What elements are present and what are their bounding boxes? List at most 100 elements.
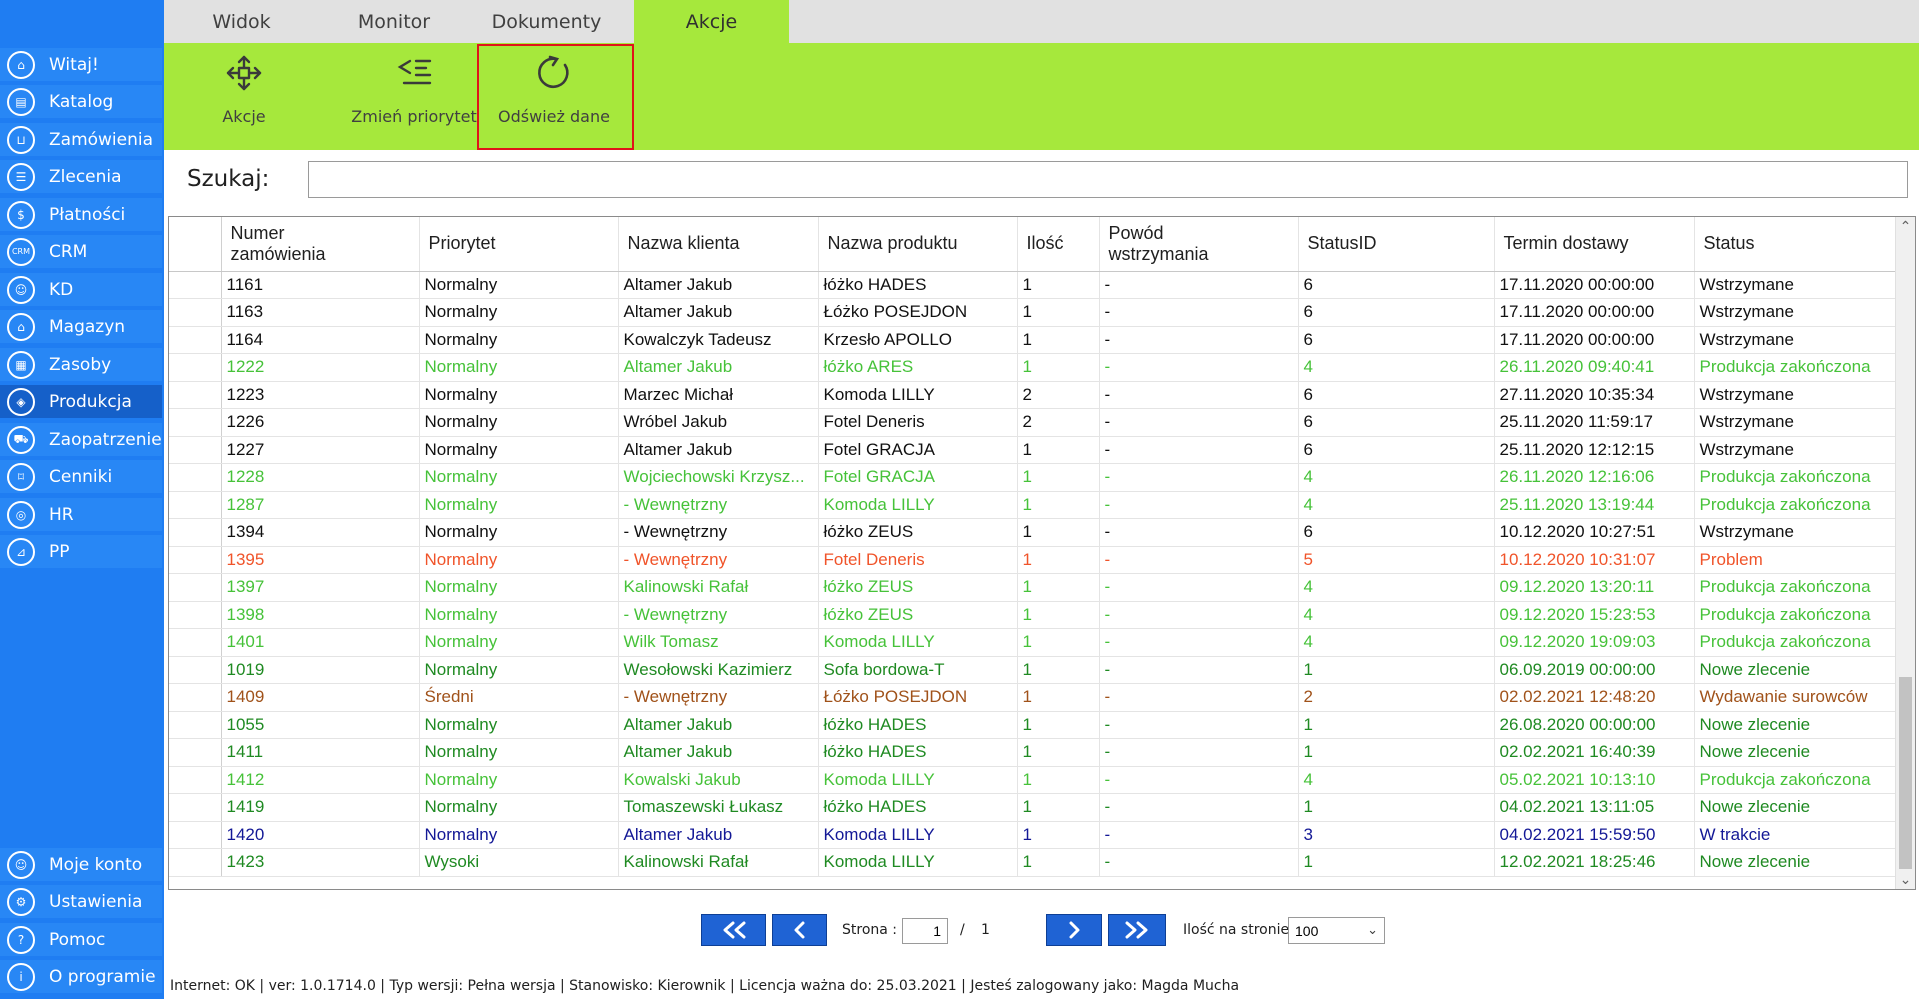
table-cell[interactable]: Normalny (419, 601, 619, 629)
table-cell[interactable]: - (1099, 381, 1299, 409)
table-cell[interactable]: - (1099, 573, 1299, 602)
table-cell[interactable]: 12.02.2021 18:25:46 (1494, 848, 1695, 877)
table-cell[interactable]: - (1099, 656, 1299, 684)
row-header-cell[interactable] (169, 821, 222, 849)
table-cell[interactable]: 17.11.2020 00:00:00 (1494, 271, 1695, 299)
table-cell[interactable]: 1 (1298, 848, 1495, 877)
table-cell[interactable]: 2 (1298, 683, 1495, 712)
row-header-cell[interactable] (169, 381, 222, 409)
table-cell[interactable]: Altamer Jakub (618, 271, 819, 299)
table-cell[interactable]: Normalny (419, 381, 619, 409)
column-header-quantity[interactable]: Ilość (1017, 217, 1100, 272)
table-cell[interactable]: Komoda LILLY (818, 491, 1018, 519)
previous-page-button[interactable] (772, 914, 827, 946)
table-cell[interactable]: 1 (1017, 711, 1100, 739)
row-header-cell[interactable] (169, 298, 222, 327)
table-cell[interactable]: 1164 (221, 326, 420, 354)
table-cell[interactable]: 1409 (221, 683, 420, 712)
table-cell[interactable]: 1 (1298, 656, 1495, 684)
table-cell[interactable]: 26.11.2020 12:16:06 (1494, 463, 1695, 492)
table-cell[interactable]: łóżko HADES (818, 793, 1018, 822)
sidebar-item-platnosci[interactable]: $ Płatności (0, 198, 162, 231)
table-cell[interactable]: Altamer Jakub (618, 821, 819, 849)
table-row[interactable]: 1228 Normalny Wojciechowski Krzysz... Fotel… (169, 463, 1897, 492)
sidebar-item-witaj[interactable]: ⌂ Witaj! (0, 48, 162, 81)
sidebar-item-zaopatrzenie[interactable]: ⛟ Zaopatrzenie (0, 423, 162, 456)
table-cell[interactable]: - Wewnętrzny (618, 683, 819, 712)
table-cell[interactable]: 1 (1017, 518, 1100, 547)
table-cell[interactable]: Nowe zlecenie (1694, 711, 1897, 739)
table-cell[interactable]: 3 (1298, 821, 1495, 849)
table-cell[interactable]: 1412 (221, 766, 420, 794)
table-cell[interactable]: - (1099, 491, 1299, 519)
tab-akcje[interactable]: Akcje (634, 0, 789, 43)
table-cell[interactable]: 05.02.2021 10:13:10 (1494, 766, 1695, 794)
table-cell[interactable]: - (1099, 463, 1299, 492)
table-cell[interactable]: 4 (1298, 491, 1495, 519)
sidebar-item-zlecenia[interactable]: ☰ Zlecenia (0, 160, 162, 193)
table-row[interactable]: 1411 Normalny Altamer Jakub łóżko HADES 1-1 0… (169, 738, 1897, 767)
table-cell[interactable]: 1 (1017, 353, 1100, 382)
table-cell[interactable]: 09.12.2020 13:20:11 (1494, 573, 1695, 602)
table-cell[interactable]: - (1099, 353, 1299, 382)
table-cell[interactable]: Produkcja zakończona (1694, 463, 1897, 492)
sidebar-item-moje-konto[interactable]: ☺ Moje konto (0, 848, 162, 881)
table-cell[interactable]: łóżko ARES (818, 353, 1018, 382)
sidebar-item-pp[interactable]: ⊿ PP (0, 535, 162, 568)
table-cell[interactable]: Wróbel Jakub (618, 408, 819, 437)
table-cell[interactable]: Kowalczyk Tadeusz (618, 326, 819, 354)
sidebar-item-hr[interactable]: ◎ HR (0, 498, 162, 531)
table-cell[interactable]: 6 (1298, 518, 1495, 547)
table-cell[interactable]: - (1099, 601, 1299, 629)
table-cell[interactable]: 1223 (221, 381, 420, 409)
table-cell[interactable]: 5 (1298, 546, 1495, 574)
table-cell[interactable]: 1 (1017, 821, 1100, 849)
table-row[interactable]: 1055 Normalny Altamer Jakub łóżko HADES 1-1 2… (169, 711, 1897, 739)
sidebar-item-produkcja[interactable]: ◈ Produkcja (0, 385, 162, 418)
table-cell[interactable]: - (1099, 628, 1299, 657)
table-cell[interactable]: 09.12.2020 19:09:03 (1494, 628, 1695, 657)
first-page-button[interactable] (701, 914, 766, 946)
table-row[interactable]: 1222 Normalny Altamer Jakub łóżko ARES 1-4 26… (169, 353, 1897, 382)
table-cell[interactable]: 1 (1017, 601, 1100, 629)
table-cell[interactable]: 27.11.2020 10:35:34 (1494, 381, 1695, 409)
table-cell[interactable]: Fotel Deneris (818, 546, 1018, 574)
table-cell[interactable]: 1 (1298, 711, 1495, 739)
table-cell[interactable]: 1222 (221, 353, 420, 382)
table-cell[interactable]: 1 (1298, 793, 1495, 822)
table-cell[interactable]: łóżko HADES (818, 711, 1018, 739)
table-cell[interactable]: Wesołowski Kazimierz (618, 656, 819, 684)
table-cell[interactable]: - (1099, 683, 1299, 712)
table-cell[interactable]: Kalinowski Rafał (618, 848, 819, 877)
table-cell[interactable]: 1161 (221, 271, 420, 299)
table-cell[interactable]: 1 (1017, 683, 1100, 712)
table-cell[interactable]: Normalny (419, 628, 619, 657)
table-cell[interactable]: Produkcja zakończona (1694, 573, 1897, 602)
table-cell[interactable]: - (1099, 436, 1299, 464)
table-cell[interactable]: - (1099, 408, 1299, 437)
table-cell[interactable]: - (1099, 298, 1299, 327)
column-header-product[interactable]: Nazwa produktu (818, 217, 1018, 272)
table-cell[interactable]: 2 (1017, 381, 1100, 409)
table-cell[interactable]: Produkcja zakończona (1694, 491, 1897, 519)
table-row[interactable]: 1164 Normalny Kowalczyk Tadeusz Krzesło APO… (169, 326, 1897, 354)
table-cell[interactable]: - (1099, 766, 1299, 794)
table-row[interactable]: 1423 Wysoki Kalinowski Rafał Komoda LILLY 1-… (169, 848, 1897, 877)
table-cell[interactable]: 1228 (221, 463, 420, 492)
table-cell[interactable]: Normalny (419, 766, 619, 794)
table-cell[interactable]: Kalinowski Rafał (618, 573, 819, 602)
table-cell[interactable]: Normalny (419, 463, 619, 492)
row-header-cell[interactable] (169, 628, 222, 657)
table-cell[interactable]: łóżko HADES (818, 271, 1018, 299)
table-cell[interactable]: Normalny (419, 408, 619, 437)
table-cell[interactable]: Wydawanie surowców (1694, 683, 1897, 712)
table-cell[interactable]: Sofa bordowa-T (818, 656, 1018, 684)
sidebar-item-katalog[interactable]: ▤ Katalog (0, 85, 162, 118)
tab-monitor[interactable]: Monitor (319, 0, 469, 43)
table-cell[interactable]: 1 (1017, 766, 1100, 794)
table-cell[interactable]: 4 (1298, 573, 1495, 602)
last-page-button[interactable] (1108, 914, 1166, 946)
row-header-cell[interactable] (169, 546, 222, 574)
table-cell[interactable]: Krzesło APOLLO (818, 326, 1018, 354)
row-header-cell[interactable] (169, 601, 222, 629)
